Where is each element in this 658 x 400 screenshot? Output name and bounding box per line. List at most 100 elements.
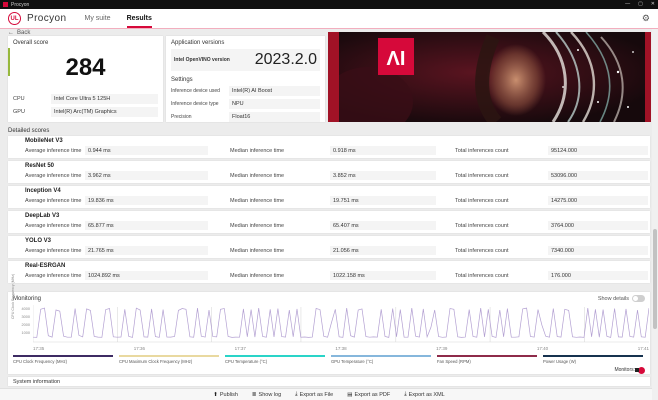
model-name: MobileNet V3 xyxy=(25,138,63,144)
hardware-specs: CPUIntel Core Ultra 5 125HGPUIntel(R) Ar… xyxy=(13,94,158,117)
legend-label: Fan Speed (RPM) xyxy=(437,359,537,364)
show-details-toggle[interactable] xyxy=(632,295,645,302)
legend-label: CPU Clock Frequency (MHz) xyxy=(13,359,113,364)
x-tick-label: 17:38 xyxy=(335,346,346,351)
versions-title: Application versions xyxy=(171,40,320,46)
model-card-deeplab-v3: DeepLab V3Average inference time65.877 m… xyxy=(8,211,650,233)
pdf-icon: ▤ xyxy=(347,392,352,398)
total-inferences-label: Total inferences count xyxy=(455,198,509,204)
legend-item: Fan Speed (RPM) xyxy=(437,355,543,364)
model-name: Real-ESRGAN xyxy=(25,263,65,269)
gear-icon[interactable]: ⚙ xyxy=(642,13,650,24)
toolbar-button-export-as-xml[interactable]: ⤓Export as XML xyxy=(404,391,445,398)
legend-color-line xyxy=(225,355,325,357)
detailed-scores-list: MobileNet V3Average inference time0.944 … xyxy=(8,136,650,283)
median-inference-value: 0.918 ms xyxy=(330,146,436,155)
legend-item: CPU Temperature (°C) xyxy=(225,355,331,364)
log-icon: ≣ xyxy=(252,392,257,398)
version-rows: Intel OpenVINO version2023.2.0 xyxy=(171,49,320,71)
median-inference-label: Median inference time xyxy=(230,223,284,229)
model-name: YOLO V3 xyxy=(25,238,51,244)
app-window: Procyon — ▢ ✕ UL Procyon My suite Results… xyxy=(0,0,658,400)
total-inferences-value: 14275.000 xyxy=(548,196,648,205)
toolbar-button-publish[interactable]: ⬆Publish xyxy=(213,392,238,398)
legend-color-line xyxy=(437,355,537,357)
ul-logo: UL xyxy=(8,12,21,25)
y-tick-label: 3000 xyxy=(22,315,30,319)
download-icon: ⤓ xyxy=(295,391,297,398)
model-card-mobilenet-v3: MobileNet V3Average inference time0.944 … xyxy=(8,136,650,158)
median-inference-label: Median inference time xyxy=(230,173,284,179)
model-name: Inception V4 xyxy=(25,188,61,194)
total-inferences-value: 176.000 xyxy=(548,271,648,280)
toolbar-button-label: Export as PDF xyxy=(354,392,390,398)
overall-score-value: 284 xyxy=(13,54,158,82)
monitoring-title: Monitoring xyxy=(13,296,41,302)
model-card-real-esrgan: Real-ESRGANAverage inference time1024.89… xyxy=(8,261,650,283)
setting-label: Precision xyxy=(171,114,229,121)
minimize-button[interactable]: — xyxy=(625,0,630,9)
version-label: Intel OpenVINO version xyxy=(174,57,255,63)
legend-item: CPU Maximum Clock Frequency (MHz) xyxy=(119,355,225,364)
legend-item: GPU Temperature (°C) xyxy=(331,355,437,364)
brand-title: Procyon xyxy=(27,13,67,24)
total-inferences-label: Total inferences count xyxy=(455,248,509,254)
info-card: Application versions Intel OpenVINO vers… xyxy=(166,36,325,122)
x-tick-label: 17:41 xyxy=(638,346,649,351)
legend-color-line xyxy=(543,355,643,357)
spec-row-cpu: CPUIntel Core Ultra 5 125H xyxy=(13,94,158,104)
close-button[interactable]: ✕ xyxy=(651,0,655,9)
version-value: 2023.2.0 xyxy=(255,51,317,69)
toolbar-button-label: Show log xyxy=(259,392,282,398)
setting-value: Intel(R) AI Boost xyxy=(229,86,320,96)
avg-inference-value: 65.877 ms xyxy=(85,221,208,230)
nav-item-results[interactable]: Results xyxy=(127,9,152,28)
setting-row: Inference device usedIntel(R) AI Boost xyxy=(171,86,320,96)
median-inference-label: Median inference time xyxy=(230,198,284,204)
toolbar-button-export-as-pdf[interactable]: ▤Export as PDF xyxy=(347,392,390,398)
spec-value: Intel Core Ultra 5 125H xyxy=(51,94,158,104)
avg-inference-label: Average inference time xyxy=(25,173,81,179)
legend-label: CPU Maximum Clock Frequency (MHz) xyxy=(119,359,219,364)
legend-item: Power Usage (W) xyxy=(543,355,649,364)
chart-legend: CPU Clock Frequency (MHz) CPU Maximum Clo… xyxy=(13,355,649,364)
monitors-label: Monitors: xyxy=(614,367,635,373)
legend-color-line xyxy=(331,355,431,357)
monitoring-chart: CPU Clock Frequency (MHz) 10002000300040… xyxy=(13,305,645,345)
legend-item: CPU Clock Frequency (MHz) xyxy=(13,355,119,364)
titlebar-app-name: Procyon xyxy=(11,2,29,8)
x-tick-label: 17:40 xyxy=(537,346,548,351)
spec-label: CPU xyxy=(13,96,51,102)
spec-value: Intel(R) Arc(TM) Graphics xyxy=(51,107,158,117)
detailed-scores-title: Detailed scores xyxy=(8,128,49,134)
toolbar-button-label: Publish xyxy=(220,392,238,398)
hero-illustration: ΛI xyxy=(328,32,651,122)
median-inference-value: 1022.158 ms xyxy=(330,271,436,280)
ul-monitor-icon xyxy=(638,367,645,374)
system-information-section[interactable]: System information xyxy=(8,377,650,386)
chart-plot-area xyxy=(33,305,649,343)
model-name: ResNet 50 xyxy=(25,163,54,169)
header-divider xyxy=(0,28,658,29)
setting-rows: Inference device usedIntel(R) AI BoostIn… xyxy=(171,86,320,122)
toolbar-button-show-log[interactable]: ≣Show log xyxy=(252,392,281,398)
total-inferences-label: Total inferences count xyxy=(455,273,509,279)
upload-icon: ⬆ xyxy=(213,392,218,398)
nav-item-my-suite[interactable]: My suite xyxy=(85,9,111,28)
hero-image: ΛI xyxy=(328,32,651,122)
monitoring-card: Monitoring Show details CPU Clock Freque… xyxy=(8,292,650,374)
download-icon: ⤓ xyxy=(404,391,406,398)
toolbar-button-label: Export as XML xyxy=(409,392,445,398)
scrollbar-thumb[interactable] xyxy=(653,229,657,329)
toolbar-button-label: Export as File xyxy=(300,392,334,398)
score-accent-bar xyxy=(8,48,10,76)
toolbar-button-export-as-file[interactable]: ⤓Export as File xyxy=(295,391,333,398)
spec-row-gpu: GPUIntel(R) Arc(TM) Graphics xyxy=(13,107,158,117)
spec-label: GPU xyxy=(13,109,51,115)
overall-score-title: Overall score xyxy=(13,40,158,46)
y-tick-label: 2000 xyxy=(22,323,30,327)
x-tick-label: 17:39 xyxy=(436,346,447,351)
vertical-scrollbar[interactable] xyxy=(652,29,658,400)
maximize-button[interactable]: ▢ xyxy=(638,0,643,9)
bottom-toolbar: ⬆Publish≣Show log⤓Export as File▤Export … xyxy=(0,388,658,400)
